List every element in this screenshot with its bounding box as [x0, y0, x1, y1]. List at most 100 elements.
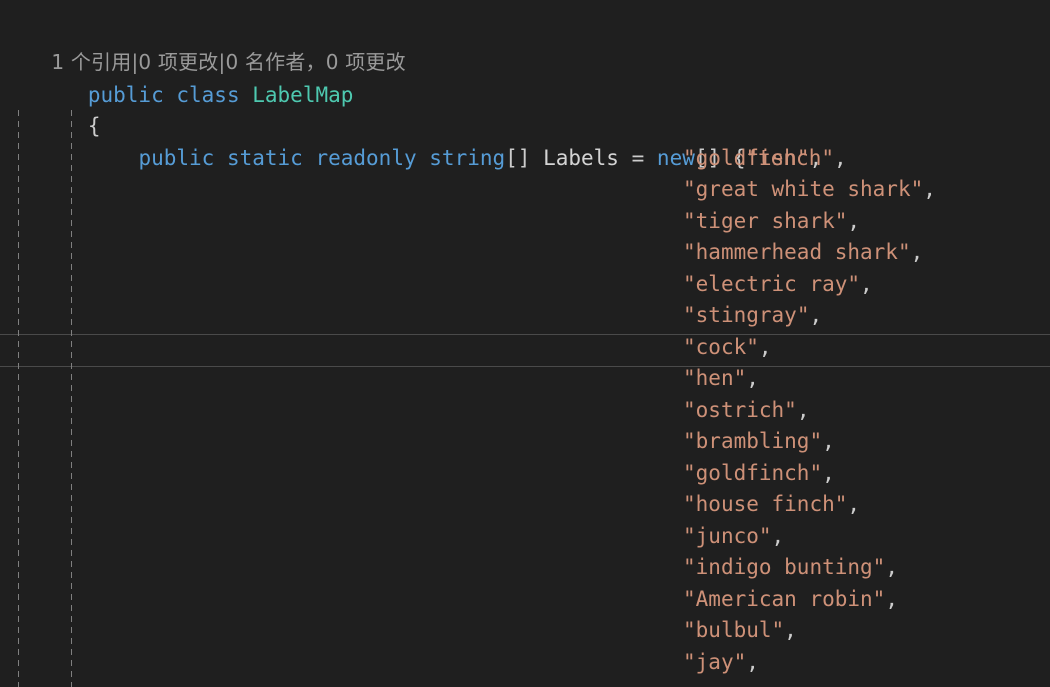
- string-quote-close: ": [758, 523, 772, 548]
- string-quote-open: ": [683, 429, 696, 453]
- code-line-array-item[interactable]: "cock",: [683, 332, 772, 364]
- type-string: string: [429, 145, 506, 170]
- string-quote-open: ": [683, 366, 696, 390]
- keyword-static: static: [226, 145, 303, 170]
- string-value: stingray: [695, 303, 797, 327]
- code-line-class-declaration[interactable]: public class LabelMap: [12, 48, 354, 107]
- string-quote-close: ": [834, 208, 848, 233]
- code-line-array-item[interactable]: "great white shark",: [683, 174, 936, 206]
- code-line-array-item[interactable]: "indigo bunting",: [683, 552, 898, 584]
- string-quote-close: ": [733, 649, 747, 674]
- comma: ,: [847, 492, 861, 516]
- string-quote-open: ": [683, 649, 696, 674]
- string-quote-close: ": [872, 586, 886, 611]
- string-quote-open: ": [683, 240, 696, 264]
- code-line-array-item[interactable]: "tiger shark",: [683, 206, 860, 238]
- string-quote-close: ": [910, 177, 924, 201]
- string-quote-close: ": [784, 397, 797, 422]
- string-quote-open: ": [683, 586, 696, 611]
- string-value: house finch: [695, 492, 835, 516]
- keyword-class: class: [176, 82, 240, 107]
- string-quote-open: ": [683, 523, 696, 548]
- code-line-array-item[interactable]: "hen",: [683, 363, 759, 395]
- code-line-open-brace[interactable]: {: [12, 80, 101, 138]
- code-line-array-item[interactable]: "American robin",: [683, 584, 898, 616]
- comma: ,: [822, 460, 835, 485]
- comma: ,: [746, 649, 759, 674]
- class-name-labelmap: LabelMap: [252, 82, 354, 107]
- string-value: goldfinch: [695, 460, 810, 485]
- string-value: jay: [695, 649, 734, 674]
- comma: ,: [885, 555, 898, 579]
- comma: ,: [834, 145, 847, 170]
- current-line-highlight: [0, 334, 1050, 367]
- comma: ,: [809, 303, 823, 327]
- comma: ,: [771, 523, 785, 548]
- string-value: electric ray: [695, 271, 848, 296]
- string-quote-open: ": [683, 208, 696, 233]
- string-value: goldfish: [695, 145, 797, 170]
- code-line-array-item[interactable]: "goldfinch",: [683, 458, 835, 490]
- code-line-array-item[interactable]: "junco",: [683, 521, 784, 553]
- equals-operator: =: [631, 145, 645, 170]
- string-value: ostrich: [695, 397, 785, 422]
- string-value: hammerhead shark: [695, 240, 898, 264]
- string-quote-close: ": [834, 492, 848, 516]
- code-line-array-item[interactable]: "goldfish",: [683, 143, 822, 175]
- field-name-labels: Labels: [543, 145, 619, 170]
- string-quote-open: ": [683, 460, 696, 485]
- string-quote-close: ": [796, 145, 810, 170]
- string-quote-close: ": [733, 366, 747, 390]
- string-quote-open: ": [683, 492, 696, 516]
- comma: ,: [822, 429, 835, 453]
- string-value: American robin: [695, 586, 873, 611]
- indent-guide-level-2: [71, 110, 72, 687]
- comma: ,: [860, 271, 873, 296]
- code-line-array-item[interactable]: "ostrich",: [683, 395, 809, 427]
- code-line-array-item[interactable]: "jay",: [683, 647, 759, 679]
- string-quote-open: ": [683, 303, 696, 327]
- code-line-array-item[interactable]: "electric ray",: [683, 269, 873, 301]
- string-quote-close: ": [746, 334, 759, 359]
- string-quote-close: ": [771, 618, 785, 642]
- string-value: bulbul: [695, 618, 772, 642]
- string-quote-close: ": [872, 555, 886, 579]
- comma: ,: [923, 177, 936, 201]
- string-quote-close: ": [847, 271, 861, 296]
- string-quote-close: ": [897, 240, 911, 264]
- string-value: great white shark: [695, 177, 911, 201]
- string-quote-close: ": [809, 460, 823, 485]
- comma: ,: [746, 366, 759, 390]
- string-quote-close: ": [821, 145, 834, 170]
- string-quote-close: ": [796, 303, 810, 327]
- comma: ,: [885, 586, 898, 611]
- keyword-readonly: readonly: [315, 145, 417, 170]
- comma: ,: [809, 145, 823, 170]
- keyword-public: public: [138, 145, 215, 170]
- codelens-annotation[interactable]: 1 个引用|0 项更改|0 名作者，0 项更改: [12, 16, 406, 74]
- code-line-array-item[interactable]: "bulbul",: [683, 615, 797, 647]
- array-brackets: []: [505, 145, 531, 170]
- code-line-array-item[interactable]: "house finch",: [683, 489, 860, 521]
- string-value: cock: [695, 334, 747, 359]
- code-line-field-declaration[interactable]: public static readonly string[] Labels =…: [12, 111, 846, 170]
- code-line-array-item[interactable]: "stingray",: [683, 300, 822, 332]
- code-line-array-item[interactable]: "brambling",: [683, 426, 835, 458]
- comma: ,: [847, 208, 861, 233]
- code-line-array-item[interactable]: "hammerhead shark",: [683, 237, 923, 269]
- code-editor[interactable]: 1 个引用|0 项更改|0 名作者，0 项更改 public class Lab…: [0, 0, 1050, 687]
- string-quote-close: ": [809, 429, 823, 453]
- string-quote-open: ": [683, 145, 696, 170]
- string-quote-open: ": [683, 397, 696, 422]
- string-value: indigo bunting: [695, 555, 873, 579]
- string-quote-open: ": [683, 618, 696, 642]
